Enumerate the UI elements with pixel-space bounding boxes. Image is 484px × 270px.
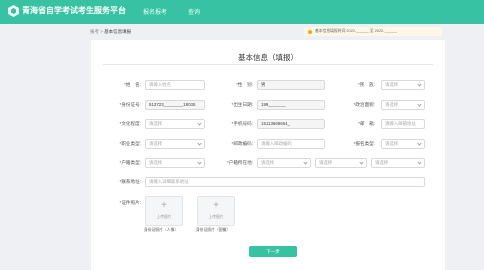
ethnicity-label: *民 族: bbox=[358, 82, 375, 87]
phone-field: 15113669664_ bbox=[257, 119, 325, 129]
plus-icon: + bbox=[213, 200, 219, 211]
chevron-down-icon bbox=[303, 160, 308, 165]
chevron-down-icon bbox=[417, 160, 422, 165]
ethnicity-select[interactable]: 请选择 bbox=[381, 80, 425, 90]
name-label: *姓 名: bbox=[124, 82, 141, 87]
logo-icon bbox=[8, 5, 19, 17]
region-city-value: 请选择 bbox=[319, 160, 333, 165]
occupation-select[interactable]: 请选择 bbox=[145, 139, 205, 149]
postcode-field[interactable]: 请输入邮政编码 bbox=[257, 139, 325, 149]
page-title: 基本信息（填报） bbox=[238, 53, 298, 62]
household-select[interactable]: 请选择 bbox=[145, 158, 205, 168]
address-label: *联系地址: bbox=[119, 179, 141, 184]
plus-icon: + bbox=[161, 200, 167, 211]
household-select-value: 请选择 bbox=[149, 160, 163, 165]
breadcrumb: 报考 > 基本信息填报 bbox=[90, 29, 131, 35]
chevron-down-icon bbox=[417, 102, 422, 107]
upload-portrait-button[interactable]: + 上传图片 bbox=[145, 196, 183, 226]
birth-field: 199_______ bbox=[257, 100, 325, 110]
email-label: *邮 箱: bbox=[358, 121, 375, 126]
upload-text: 上传图片 bbox=[156, 215, 172, 219]
title-divider bbox=[103, 64, 433, 65]
political-select-value: 请选择 bbox=[385, 102, 399, 107]
gender-field: 男 bbox=[257, 80, 325, 90]
category-select[interactable]: 请选择 bbox=[381, 139, 425, 149]
occupation-select-value: 请选择 bbox=[149, 141, 163, 146]
breadcrumb-current: 基本信息填报 bbox=[104, 29, 132, 34]
top-bar: 青海省自学考试考生服务平台 报名报考 查询 bbox=[0, 0, 484, 24]
political-label: *政治面貌: bbox=[353, 102, 375, 107]
nav-item-registration[interactable]: 报名报考 bbox=[143, 7, 167, 16]
form-card: 基本信息（填报） *姓 名: 请输入姓名 *性 别: 男 *民 族: 请选择 *… bbox=[91, 40, 445, 270]
name-field[interactable]: 请输入姓名 bbox=[145, 80, 205, 90]
region-district-select[interactable]: 请选择 bbox=[371, 158, 425, 168]
ethnicity-select-value: 请选择 bbox=[385, 82, 399, 87]
birth-label: *出生日期: bbox=[231, 102, 253, 107]
region-district-value: 请选择 bbox=[375, 160, 389, 165]
chevron-down-icon bbox=[197, 141, 202, 146]
region-city-select[interactable]: 请选择 bbox=[315, 158, 367, 168]
idno-field: 513723________18035 bbox=[145, 100, 205, 110]
breadcrumb-separator: > bbox=[100, 29, 103, 34]
upload-portrait-caption: 身份证照片（人像） bbox=[144, 228, 179, 232]
idno-label: *身份证号: bbox=[119, 102, 141, 107]
occupation-label: *职业类型: bbox=[119, 141, 141, 146]
nav-item-query[interactable]: 查询 bbox=[188, 7, 200, 16]
next-step-button[interactable]: 下一步 bbox=[249, 246, 297, 257]
email-field[interactable]: 请输入邮箱地址 bbox=[381, 119, 425, 129]
category-select-value: 请选择 bbox=[385, 141, 399, 146]
education-select-value: 请选择 bbox=[149, 121, 163, 126]
political-select[interactable]: 请选择 bbox=[381, 100, 425, 110]
upload-emblem-button[interactable]: + 上传图片 bbox=[197, 196, 235, 226]
notice-banner: 基本信息填报时间 2022-______ 至 2022-______ bbox=[304, 27, 442, 36]
phone-label: *手机号码: bbox=[231, 121, 253, 126]
notice-text: 基本信息填报时间 2022-______ 至 2022-______ bbox=[315, 29, 398, 33]
upload-emblem-caption: 身份证照片（国徽） bbox=[196, 228, 231, 232]
cert-photo-label: *证件照片: bbox=[119, 200, 141, 205]
household-label: *户籍类型: bbox=[119, 160, 141, 165]
gender-label: *性 别: bbox=[236, 82, 253, 87]
postcode-label: *邮政编码: bbox=[231, 141, 253, 146]
breadcrumb-home[interactable]: 报考 bbox=[90, 29, 99, 34]
region-province-value: 请选择 bbox=[261, 160, 275, 165]
chevron-down-icon bbox=[417, 141, 422, 146]
category-label: *报名类型: bbox=[353, 141, 375, 146]
chevron-down-icon bbox=[417, 82, 422, 87]
chevron-down-icon bbox=[197, 121, 202, 126]
education-select[interactable]: 请选择 bbox=[145, 119, 205, 129]
site-title: 青海省自学考试考生服务平台 bbox=[22, 6, 126, 15]
upload-text: 上传图片 bbox=[208, 215, 224, 219]
region-label: *户籍所在地: bbox=[226, 160, 253, 165]
chevron-down-icon bbox=[359, 160, 364, 165]
address-field[interactable]: 请输入详细联系地址 bbox=[145, 177, 425, 187]
education-label: *文化程度: bbox=[119, 121, 141, 126]
warning-icon bbox=[308, 29, 312, 34]
region-province-select[interactable]: 请选择 bbox=[257, 158, 311, 168]
chevron-down-icon bbox=[197, 160, 202, 165]
